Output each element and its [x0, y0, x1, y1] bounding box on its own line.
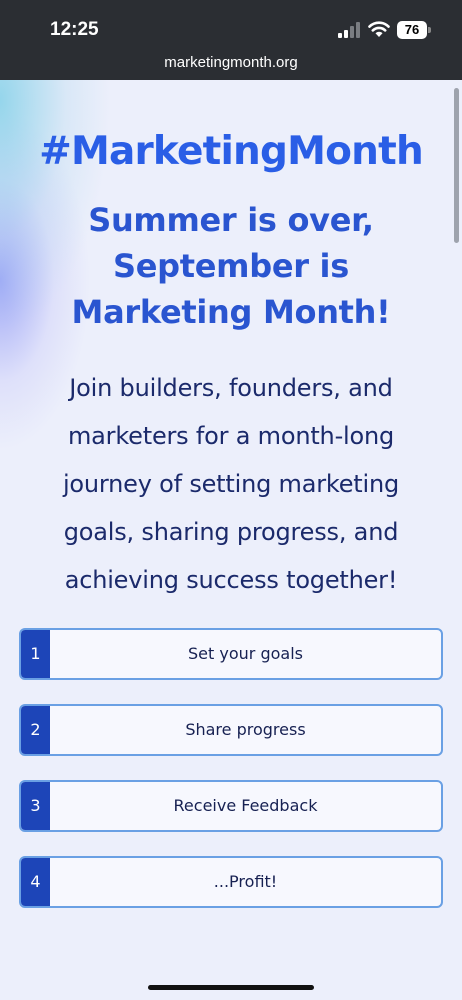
step-number: 4 [21, 858, 50, 906]
step-number: 1 [21, 630, 50, 678]
status-time: 12:25 [50, 19, 99, 40]
battery-icon: 76 [397, 21, 427, 39]
cellular-signal-icon [338, 22, 360, 38]
step-profit[interactable]: 4 ...Profit! [19, 856, 443, 908]
battery-cap [428, 27, 431, 33]
page-description: Join builders, founders, and marketers f… [62, 374, 400, 594]
step-set-goals[interactable]: 1 Set your goals [19, 628, 443, 680]
step-receive-feedback[interactable]: 3 Receive Feedback [19, 780, 443, 832]
wifi-icon [368, 21, 390, 37]
step-label: Share progress [185, 720, 306, 739]
step-number: 2 [21, 706, 50, 754]
step-label: ...Profit! [213, 872, 278, 891]
address-bar-url[interactable]: marketingmonth.org [0, 54, 462, 71]
home-indicator[interactable] [148, 985, 314, 990]
step-label: Set your goals [188, 644, 303, 663]
step-label: Receive Feedback [173, 796, 318, 815]
page-content: #MarketingMonth Summer is over, Septembe… [0, 80, 462, 1000]
scrollbar[interactable] [454, 88, 459, 243]
status-bar: 12:25 76 marketingmonth.org [0, 0, 462, 80]
step-share-progress[interactable]: 2 Share progress [19, 704, 443, 756]
step-number: 3 [21, 782, 50, 830]
page-subtitle: Summer is over, September is Marketing M… [71, 201, 391, 331]
page-title: #MarketingMonth [39, 129, 424, 174]
